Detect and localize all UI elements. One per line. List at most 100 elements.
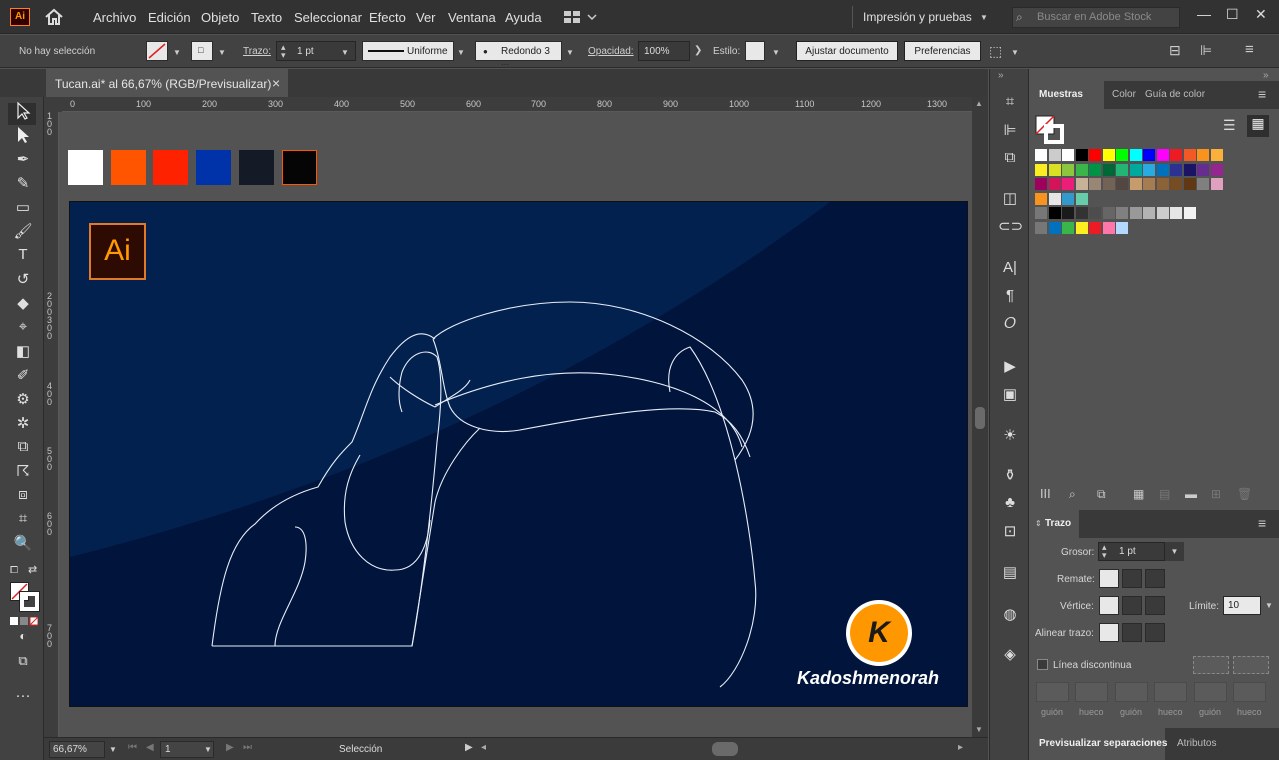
- align-center-button[interactable]: [1099, 623, 1119, 642]
- menu-seleccionar[interactable]: Seleccionar: [294, 10, 362, 25]
- collapse-icon[interactable]: »: [1263, 70, 1269, 81]
- dash-field[interactable]: [1115, 682, 1148, 702]
- align-outside-button[interactable]: [1145, 623, 1165, 642]
- color-swatch[interactable]: [1062, 207, 1074, 219]
- gap-field[interactable]: [1075, 682, 1108, 702]
- brush-definition[interactable]: Redondo 3 ...: [475, 41, 562, 68]
- color-swatch[interactable]: [1197, 149, 1209, 161]
- color-swatch[interactable]: [1048, 207, 1061, 219]
- symbol-sprayer-tool-icon[interactable]: ✲: [10, 414, 36, 436]
- panel-menu-icon[interactable]: ≡: [1258, 86, 1266, 102]
- color-swatch[interactable]: [1102, 178, 1115, 190]
- color-swatch[interactable]: [1035, 192, 1047, 205]
- layers-panel-icon[interactable]: ◫: [998, 189, 1022, 211]
- last-artboard-icon[interactable]: ⏭: [243, 742, 252, 753]
- artboard[interactable]: Ai K Kadoshmenorah: [69, 201, 968, 707]
- preferences-button[interactable]: Preferencias: [904, 41, 981, 61]
- color-swatch[interactable]: [1170, 163, 1182, 176]
- color-swatch[interactable]: [1075, 163, 1088, 176]
- color-swatch[interactable]: [1183, 149, 1196, 161]
- stroke-color-icon[interactable]: [19, 591, 40, 612]
- blend-tool-icon[interactable]: ⚙: [10, 390, 36, 412]
- document-setup-button[interactable]: Ajustar documento: [796, 41, 898, 61]
- color-swatch[interactable]: [1210, 149, 1223, 161]
- transparency-panel-icon[interactable]: ◍: [998, 605, 1022, 627]
- chevron-down-icon[interactable]: ▼: [173, 48, 181, 57]
- color-chip-white[interactable]: [68, 150, 103, 185]
- miter-limit-input[interactable]: 10: [1223, 596, 1261, 615]
- color-swatch[interactable]: [1075, 149, 1088, 161]
- stroke-swatch[interactable]: □: [191, 41, 213, 61]
- artboards-panel-icon[interactable]: ▣: [998, 385, 1022, 407]
- menu-ver[interactable]: Ver: [416, 10, 436, 25]
- panel-menu-icon[interactable]: ≡: [1258, 515, 1266, 531]
- scroll-left-icon[interactable]: ◂: [481, 742, 486, 753]
- color-swatch[interactable]: [1035, 178, 1047, 190]
- dash-preserve-icon[interactable]: [1193, 656, 1229, 674]
- color-swatch[interactable]: [1048, 163, 1061, 176]
- color-swatch[interactable]: [1089, 149, 1101, 161]
- puppet-warp-tool-icon[interactable]: ⌖: [10, 318, 36, 340]
- color-swatch[interactable]: [1156, 178, 1169, 190]
- collapse-icon[interactable]: »: [998, 70, 1004, 81]
- color-swatch[interactable]: [1102, 221, 1115, 234]
- artboard-tool-icon[interactable]: ☈: [10, 462, 36, 484]
- color-swatch[interactable]: [1089, 221, 1101, 234]
- list-view-icon[interactable]: ☰: [1223, 117, 1243, 137]
- opentype-panel-icon[interactable]: 𝑂: [998, 315, 1022, 337]
- align-icon[interactable]: ⊟: [1169, 42, 1181, 59]
- graphic-styles-panel-icon[interactable]: ⊡: [998, 522, 1022, 544]
- gradient-tool-icon[interactable]: ◧: [10, 342, 36, 364]
- menu-objeto[interactable]: Objeto: [201, 10, 239, 25]
- pen-tool-icon[interactable]: ✒: [10, 150, 36, 172]
- tab-attributes[interactable]: Atributos: [1177, 738, 1216, 749]
- color-swatch[interactable]: [1075, 207, 1088, 219]
- tab-guia-de-color[interactable]: Guía de color: [1145, 89, 1205, 100]
- color-chip-blue[interactable]: [196, 150, 231, 185]
- color-swatch[interactable]: [1035, 207, 1047, 219]
- menu-edicion[interactable]: Edición: [148, 10, 191, 25]
- menu-texto[interactable]: Texto: [251, 10, 282, 25]
- graph-tool-icon[interactable]: ⧉: [10, 438, 36, 460]
- color-swatch[interactable]: [1048, 221, 1061, 234]
- stroke-label[interactable]: Trazo:: [243, 46, 271, 57]
- next-artboard-icon[interactable]: ▶: [226, 742, 234, 753]
- brushes-panel-icon[interactable]: ⚱: [998, 466, 1022, 488]
- menu-ventana[interactable]: Ventana: [448, 10, 496, 25]
- round-cap-button[interactable]: [1122, 569, 1142, 588]
- color-swatch[interactable]: [1089, 207, 1101, 219]
- close-window-icon[interactable]: ✕: [1255, 6, 1267, 23]
- color-swatch[interactable]: [1156, 207, 1169, 219]
- delete-swatch-icon[interactable]: 🗑: [1237, 487, 1252, 501]
- tab-color[interactable]: Color: [1112, 89, 1136, 100]
- color-swatch[interactable]: [1089, 178, 1101, 190]
- round-join-button[interactable]: [1122, 596, 1142, 615]
- zoom-field[interactable]: 66,67%: [49, 741, 105, 758]
- layers-stack-icon[interactable]: ◈: [998, 645, 1022, 667]
- color-swatch[interactable]: [1129, 149, 1142, 161]
- color-swatch[interactable]: [1048, 149, 1061, 161]
- swap-colors-icon[interactable]: ⇄: [28, 563, 37, 576]
- type-tool-icon[interactable]: T: [10, 246, 36, 268]
- dash-field[interactable]: [1194, 682, 1227, 702]
- chevron-down-icon[interactable]: ▼: [566, 48, 574, 57]
- rectangle-tool-icon[interactable]: ▭: [10, 198, 36, 220]
- color-swatch[interactable]: [1116, 221, 1128, 234]
- document-tab[interactable]: Tucan.ai* al 66,67% (RGB/Previsualizar) …: [46, 69, 288, 97]
- color-swatch[interactable]: [1048, 178, 1061, 190]
- gap-field[interactable]: [1154, 682, 1187, 702]
- color-swatch[interactable]: [1183, 163, 1196, 176]
- color-swatch[interactable]: [1170, 178, 1182, 190]
- grid-view-icon[interactable]: ▦: [1247, 115, 1269, 137]
- workspace-switcher[interactable]: Impresión y pruebas: [863, 10, 972, 24]
- color-swatch[interactable]: [1062, 192, 1074, 205]
- chevron-down-icon[interactable]: ▼: [1265, 601, 1273, 610]
- tab-muestras[interactable]: Muestras: [1039, 89, 1083, 100]
- status-menu-icon[interactable]: ▶: [465, 742, 473, 753]
- color-swatch[interactable]: [1129, 178, 1142, 190]
- chevron-down-icon[interactable]: ▼: [457, 48, 465, 57]
- stepper-icon[interactable]: ▴ ▾: [1102, 543, 1107, 560]
- color-chip-dark-navy[interactable]: [239, 150, 274, 185]
- menu-archivo[interactable]: Archivo: [93, 10, 136, 25]
- align-panel-icon[interactable]: ⊫: [998, 121, 1022, 143]
